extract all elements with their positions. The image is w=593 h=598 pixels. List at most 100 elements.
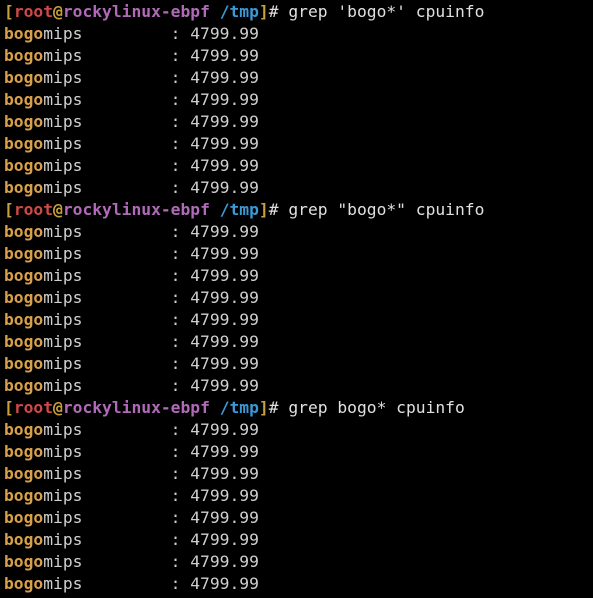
output-line: bogomips : 4799.99	[4, 551, 593, 573]
command-text: grep bogo* cpuinfo	[288, 398, 465, 417]
output-text: mips : 4799.99	[43, 354, 259, 373]
prompt-line: [root@rockylinux-ebpf /tmp]# grep 'bogo*…	[4, 1, 593, 23]
output-line: bogomips : 4799.99	[4, 155, 593, 177]
prompt-user: root	[13, 398, 54, 417]
output-text: mips : 4799.99	[43, 464, 259, 483]
grep-match-highlight: bogo	[4, 46, 44, 65]
output-text: mips : 4799.99	[43, 552, 259, 571]
grep-match-highlight: bogo	[4, 310, 44, 329]
command-text: grep 'bogo*' cpuinfo	[288, 2, 485, 21]
output-line: bogomips : 4799.99	[4, 287, 593, 309]
output-text: mips : 4799.99	[43, 486, 259, 505]
output-text: mips : 4799.99	[43, 508, 259, 527]
prompt-at-sign: @	[53, 398, 63, 417]
prompt-user: root	[13, 2, 54, 21]
output-line: bogomips : 4799.99	[4, 177, 593, 199]
output-text: mips : 4799.99	[43, 376, 259, 395]
grep-match-highlight: bogo	[4, 508, 44, 527]
grep-match-highlight: bogo	[4, 442, 44, 461]
prompt-user: root	[13, 200, 54, 219]
prompt-line: [root@rockylinux-ebpf /tmp]# grep "bogo*…	[4, 199, 593, 221]
grep-match-highlight: bogo	[4, 222, 44, 241]
output-line: bogomips : 4799.99	[4, 309, 593, 331]
prompt-directory: /tmp	[219, 2, 259, 21]
grep-match-highlight: bogo	[4, 90, 44, 109]
output-text: mips : 4799.99	[43, 288, 259, 307]
grep-match-highlight: bogo	[4, 266, 44, 285]
prompt-hostname: rockylinux-ebpf	[62, 2, 210, 21]
output-line: bogomips : 4799.99	[4, 507, 593, 529]
grep-match-highlight: bogo	[4, 552, 44, 571]
prompt-hostname: rockylinux-ebpf	[62, 200, 210, 219]
terminal-window[interactable]: [root@rockylinux-ebpf /tmp]# grep 'bogo*…	[0, 0, 593, 598]
grep-match-highlight: bogo	[4, 486, 44, 505]
grep-match-highlight: bogo	[4, 464, 44, 483]
grep-match-highlight: bogo	[4, 24, 44, 43]
output-text: mips : 4799.99	[43, 244, 259, 263]
prompt-hostname: rockylinux-ebpf	[62, 398, 210, 417]
output-line: bogomips : 4799.99	[4, 375, 593, 397]
grep-match-highlight: bogo	[4, 134, 44, 153]
grep-match-highlight: bogo	[4, 244, 44, 263]
output-line: bogomips : 4799.99	[4, 265, 593, 287]
output-text: mips : 4799.99	[43, 310, 259, 329]
prompt-directory: /tmp	[219, 398, 259, 417]
prompt-symbol: #	[268, 398, 289, 417]
grep-match-highlight: bogo	[4, 376, 44, 395]
grep-match-highlight: bogo	[4, 288, 44, 307]
grep-match-highlight: bogo	[4, 574, 44, 593]
prompt-at-sign: @	[53, 200, 63, 219]
grep-match-highlight: bogo	[4, 332, 44, 351]
prompt-close-bracket: ]	[258, 200, 269, 219]
output-text: mips : 4799.99	[43, 46, 259, 65]
output-line: bogomips : 4799.99	[4, 463, 593, 485]
output-text: mips : 4799.99	[43, 68, 259, 87]
output-text: mips : 4799.99	[43, 112, 259, 131]
grep-match-highlight: bogo	[4, 112, 44, 131]
output-line: bogomips : 4799.99	[4, 573, 593, 595]
output-text: mips : 4799.99	[43, 266, 259, 285]
grep-match-highlight: bogo	[4, 354, 44, 373]
prompt-close-bracket: ]	[258, 2, 269, 21]
prompt-symbol: #	[268, 2, 289, 21]
output-line: bogomips : 4799.99	[4, 529, 593, 551]
output-text: mips : 4799.99	[43, 442, 259, 461]
prompt-line: [root@rockylinux-ebpf /tmp]# grep bogo* …	[4, 397, 593, 419]
output-line: bogomips : 4799.99	[4, 331, 593, 353]
output-text: mips : 4799.99	[43, 420, 259, 439]
grep-match-highlight: bogo	[4, 68, 44, 87]
prompt-open-bracket: [	[4, 2, 14, 21]
prompt-close-bracket: ]	[258, 398, 269, 417]
prompt-open-bracket: [	[4, 398, 14, 417]
output-line: bogomips : 4799.99	[4, 45, 593, 67]
grep-match-highlight: bogo	[4, 530, 44, 549]
output-line: bogomips : 4799.99	[4, 133, 593, 155]
output-text: mips : 4799.99	[43, 178, 259, 197]
output-text: mips : 4799.99	[43, 90, 259, 109]
prompt-directory: /tmp	[219, 200, 259, 219]
output-text: mips : 4799.99	[43, 134, 259, 153]
grep-match-highlight: bogo	[4, 420, 44, 439]
output-line: bogomips : 4799.99	[4, 221, 593, 243]
output-line: bogomips : 4799.99	[4, 419, 593, 441]
output-text: mips : 4799.99	[43, 332, 259, 351]
output-text: mips : 4799.99	[43, 574, 259, 593]
output-line: bogomips : 4799.99	[4, 89, 593, 111]
command-text: grep "bogo*" cpuinfo	[288, 200, 485, 219]
output-text: mips : 4799.99	[43, 530, 259, 549]
grep-match-highlight: bogo	[4, 178, 44, 197]
output-line: bogomips : 4799.99	[4, 23, 593, 45]
prompt-symbol: #	[268, 200, 289, 219]
output-line: bogomips : 4799.99	[4, 353, 593, 375]
output-line: bogomips : 4799.99	[4, 485, 593, 507]
output-text: mips : 4799.99	[43, 156, 259, 175]
output-text: mips : 4799.99	[43, 24, 259, 43]
output-line: bogomips : 4799.99	[4, 441, 593, 463]
output-line: bogomips : 4799.99	[4, 111, 593, 133]
output-line: bogomips : 4799.99	[4, 243, 593, 265]
output-text: mips : 4799.99	[43, 222, 259, 241]
grep-match-highlight: bogo	[4, 156, 44, 175]
